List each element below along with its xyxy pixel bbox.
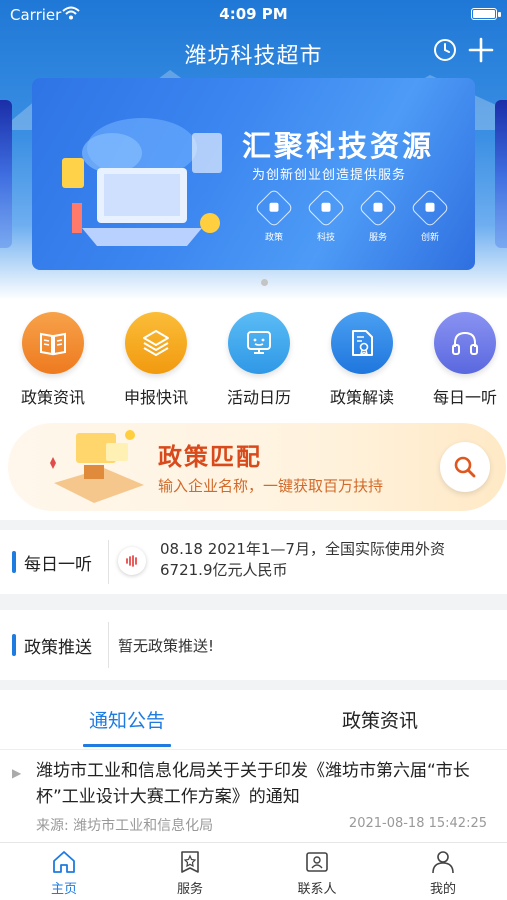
banner-illustration [62,118,222,246]
banner-tag: 创新 [408,188,452,243]
quick-entry-label: 每日一听 [432,388,497,407]
bottom-tab-bar: 主页 服务 联系人 我的 [0,842,507,900]
nav-label: 主页 [50,882,77,897]
quick-entry-label: 政策解读 [329,388,394,407]
battery-icon [471,8,497,20]
quick-entry-policy-news[interactable]: 政策资讯 [8,312,98,408]
nav-mine[interactable]: 我的 [403,849,483,897]
status-bar: Carrier 4:09 PM [0,0,507,28]
tag-hex-icon [254,188,294,228]
content-tabs: 通知公告 政策资讯 [0,690,507,750]
section-marker [12,634,16,656]
policy-match-description: 输入企业名称，一键获取百万扶持 [158,477,384,495]
banner-tag-label: 科技 [316,233,335,243]
add-icon[interactable] [467,36,495,64]
nav-label: 我的 [429,882,456,897]
nav-contacts[interactable]: 联系人 [277,849,357,897]
contact-card-icon [306,852,328,872]
notice-title: 潍坊市工业和信息化局关于关于印发《潍坊市第六届“市长杯”工业设计大赛工作方案》的… [36,761,470,807]
layers-icon [125,312,187,374]
active-tab-indicator [83,744,171,747]
policy-match-search-button[interactable] [440,442,490,492]
document-award-icon [331,312,393,374]
battery-cap [498,12,501,17]
nav-home[interactable]: 主页 [24,849,104,897]
banner-prev-peek[interactable] [0,100,12,248]
quick-entry-policy-interpretation[interactable]: 政策解读 [317,312,407,408]
banner-tag: 科技 [304,188,348,243]
quick-entry-grid: 政策资讯 申报快讯 活动日历 政策解读 每日一听 [0,300,507,415]
quick-entry-activity-calendar[interactable]: 活动日历 [214,312,304,408]
title-bar: 潍坊科技超市 [0,34,507,70]
policy-push-row[interactable]: 政策推送 暂无政策推送! [0,610,507,680]
nav-service[interactable]: 服务 [150,849,230,897]
banner-tag: 政策 [252,188,296,243]
banner-next-peek[interactable] [495,100,507,248]
daily-listen-row[interactable]: 每日一听 08.18 2021年1—7月，全国实际使用外资6721.9亿元人民币 [0,530,507,594]
banner-tags: 政策 科技 服务 创新 [252,188,462,250]
service-star-icon [181,851,199,873]
daily-listen-text: 08.18 2021年1—7月，全国实际使用外资6721.9亿元人民币 [160,540,445,579]
quick-entry-label: 政策资讯 [20,388,85,407]
promo-banner[interactable]: 汇聚科技资源 为创新创业创造提供服务 政策 科技 服务 创新 [32,78,475,270]
search-icon [454,456,476,478]
policy-match-illustration [50,430,144,503]
page-title: 潍坊科技超市 [184,44,323,69]
daily-listen-label: 每日一听 [24,555,92,575]
tag-hex-icon [358,188,398,228]
tag-hex-icon [410,188,450,228]
book-icon [22,312,84,374]
banner-subheading: 为创新创业创造提供服务 [252,168,407,183]
headphones-icon [434,312,496,374]
notice-source: 来源: 潍坊市工业和信息化局 [36,818,214,834]
tab-policy-news[interactable]: 政策资讯 [305,706,455,733]
quick-entry-daily-listen[interactable]: 每日一听 [420,312,507,408]
banner-tag: 服务 [356,188,400,243]
quick-entry-declaration-news[interactable]: 申报快讯 [111,312,201,408]
policy-push-label: 政策推送 [24,638,92,658]
tab-notices[interactable]: 通知公告 [52,706,202,733]
chevron-right-icon: ▶ [12,766,22,780]
status-time: 4:09 PM [219,5,288,23]
audio-wave-icon [126,555,137,567]
history-clock-icon[interactable] [433,38,457,62]
calendar-screen-icon [228,312,290,374]
quick-entry-label: 活动日历 [226,388,291,407]
section-marker [12,551,16,573]
banner-tag-label: 政策 [264,233,283,243]
home-icon [53,851,75,873]
policy-match-card[interactable]: 政策匹配 输入企业名称，一键获取百万扶持 [8,423,506,511]
banner-tag-label: 创新 [420,233,439,243]
divider [108,540,109,584]
nav-label: 联系人 [297,882,337,897]
quick-entry-label: 申报快讯 [123,388,188,407]
list-item[interactable]: ▶ 潍坊市工业和信息化局关于关于印发《潍坊市第六届“市长杯”工业设计大赛工作方案… [0,750,507,842]
banner-tag-label: 服务 [368,233,387,243]
person-icon [432,851,454,874]
carousel-page-dot[interactable] [261,279,268,286]
divider [108,622,109,668]
tag-hex-icon [306,188,346,228]
policy-match-title: 政策匹配 [158,443,262,471]
policy-push-text: 暂无政策推送! [118,637,215,655]
notice-date: 2021-08-18 15:42:25 [348,816,487,831]
policy-match-section: 政策匹配 输入企业名称，一键获取百万扶持 [0,415,507,520]
audio-play-button[interactable] [118,547,146,575]
nav-label: 服务 [176,882,203,897]
banner-heading: 汇聚科技资源 [242,129,435,163]
